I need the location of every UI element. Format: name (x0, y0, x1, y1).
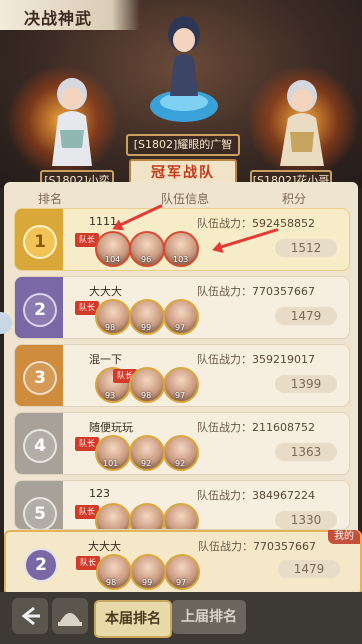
team-score: 1479 (275, 307, 337, 325)
table-row[interactable]: 3 混一下 队伍战力：359219017 93 队长 98 97 1399 (14, 344, 350, 407)
rank-badge: 3 (15, 345, 63, 406)
avatar[interactable] (163, 503, 199, 529)
team-name: 混一下 (89, 353, 122, 366)
avatar-level: 98 (105, 323, 116, 332)
avatar-level: 98 (141, 391, 152, 400)
rank-badge: 1 (15, 209, 63, 270)
power-value: 770357667 (253, 540, 316, 553)
tab-previous-ranking[interactable]: 上届排名 (172, 600, 246, 634)
table-row[interactable]: 2 大大大 队伍战力：770357667 队长 98 99 97 1479 (14, 276, 350, 339)
team-name: 大大大 (89, 285, 122, 298)
header-score: 积分 (282, 192, 307, 206)
team-power: 队伍战力：384967224 (197, 487, 315, 503)
avatar-level: 101 (103, 459, 119, 468)
power-label: 队伍战力： (197, 285, 252, 298)
team-power: 队伍战力：770357667 (198, 538, 316, 554)
team-score: 1512 (275, 239, 337, 257)
avatar-level: 96 (141, 255, 152, 264)
page-title: 决战神武 (24, 9, 93, 28)
avatar-level: 92 (141, 459, 152, 468)
power-value: 770357667 (252, 285, 315, 298)
back-arrow-icon (21, 606, 40, 626)
table-row[interactable]: 1 1111 队伍战力：592458852 队长 104 96 103 1512 (14, 208, 350, 271)
avatar-level: 103 (173, 255, 189, 264)
team-name: 123 (89, 487, 110, 500)
team-power: 队伍战力：770357667 (197, 283, 315, 299)
power-label: 队伍战力： (198, 540, 253, 553)
back-button[interactable] (12, 598, 48, 634)
avatar-level: 97 (175, 391, 186, 400)
team-power: 队伍战力：359219017 (197, 351, 315, 367)
avatar[interactable] (95, 503, 131, 529)
helmet-icon (58, 613, 82, 626)
bottom-bar: 本届排名 上届排名 (0, 592, 362, 644)
my-team-row[interactable]: 我的 2 大大大 队伍战力：770357667 队长 98 99 97 1479 (4, 530, 362, 596)
center-champion-name: [S1802]耀眼的广智 (126, 134, 240, 156)
team-score: 1363 (275, 443, 337, 461)
rank-badge: 4 (15, 413, 63, 474)
power-label: 队伍战力： (197, 421, 252, 434)
avatar-level: 97 (175, 323, 186, 332)
power-label: 队伍战力： (197, 353, 252, 366)
title-ribbon: 决战神武 (0, 0, 140, 30)
avatar[interactable] (129, 503, 165, 529)
left-champion-figure (42, 70, 102, 168)
rank-number: 1 (23, 225, 57, 259)
rank-number: 5 (23, 497, 57, 529)
rank-number: 2 (24, 548, 58, 582)
header-team-info: 队伍信息 (161, 192, 210, 206)
avatar-level: 98 (106, 578, 117, 587)
power-label: 队伍战力： (197, 489, 252, 502)
center-champion-figure (142, 8, 226, 126)
rank-number: 3 (23, 361, 57, 395)
rank-badge: 2 (16, 532, 64, 593)
tab-current-ranking[interactable]: 本届排名 (94, 600, 172, 638)
rank-number: 2 (23, 293, 57, 327)
team-power: 队伍战力：211608752 (197, 419, 315, 435)
power-value: 592458852 (252, 217, 315, 230)
rank-badge: 5 (15, 481, 63, 529)
table-row[interactable]: 5 123 队伍战力：384967224 队长 1330 (14, 480, 350, 530)
avatar-level: 92 (175, 459, 186, 468)
team-score: 1479 (278, 560, 340, 578)
team-name: 大大大 (88, 540, 121, 553)
rank-number: 4 (23, 429, 57, 463)
avatar-level: 104 (105, 255, 121, 264)
power-label: 队伍战力： (197, 217, 252, 230)
header-rank: 排名 (38, 192, 63, 206)
team-score: 1399 (275, 375, 337, 393)
team-power: 队伍战力：592458852 (197, 215, 315, 231)
team-score: 1330 (275, 511, 337, 529)
power-value: 359219017 (252, 353, 315, 366)
avatar-level: 93 (105, 391, 116, 400)
rank-badge: 2 (15, 277, 63, 338)
table-row[interactable]: 4 随便玩玩 队伍战力：211608752 队长 101 92 92 1363 (14, 412, 350, 475)
power-value: 211608752 (252, 421, 315, 434)
avatar-level: 99 (141, 323, 152, 332)
my-tag: 我的 (328, 530, 360, 544)
right-champion-figure (272, 72, 332, 168)
table-header: 排名 队伍信息 积分 (4, 190, 358, 206)
avatar-level: 97 (176, 578, 187, 587)
rules-button[interactable] (52, 598, 88, 634)
avatar-level: 99 (142, 578, 153, 587)
team-name: 随便玩玩 (89, 421, 133, 434)
power-value: 384967224 (252, 489, 315, 502)
